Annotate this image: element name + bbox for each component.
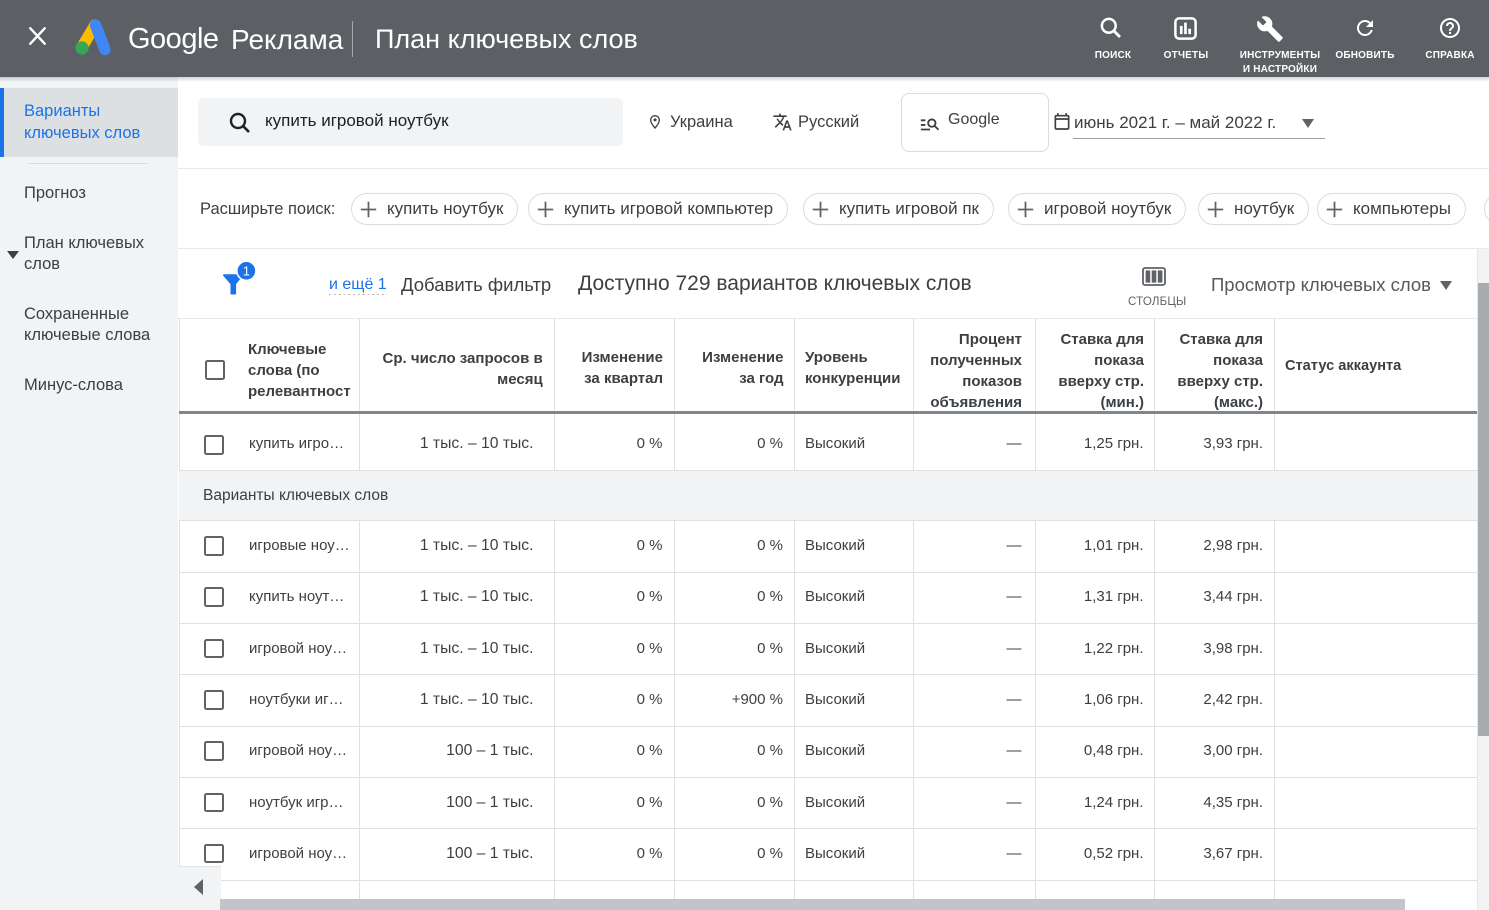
svg-text:1: 1 bbox=[243, 263, 250, 278]
